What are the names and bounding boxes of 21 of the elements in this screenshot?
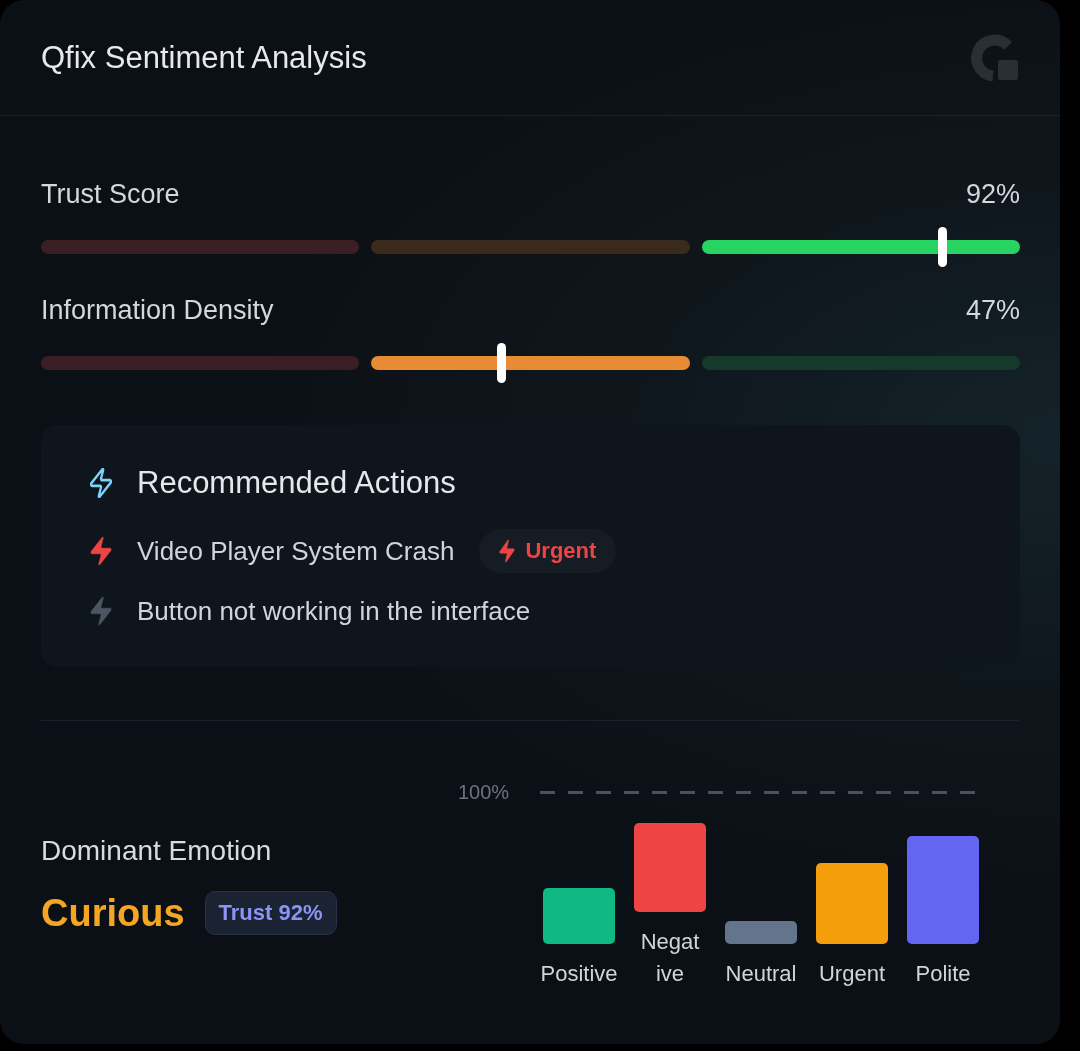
meter-reading: 92%: [965, 178, 1020, 210]
bar-label: Urgent: [817, 960, 886, 988]
action-text: Button not working in the interface: [137, 595, 531, 627]
bar-label: Negat ive: [639, 928, 701, 988]
lightning-icon: [90, 468, 112, 498]
emotion-label: Dominant Emotion: [41, 834, 273, 868]
meter-label: Trust Score: [41, 178, 180, 210]
card-title: Qfix Sentiment Analysis: [41, 38, 367, 77]
actions-heading: Recommended Actions: [137, 465, 456, 501]
reference-label: 100%: [458, 780, 511, 804]
action-text: Video Player System Crash: [137, 535, 455, 567]
logo-icon: [968, 32, 1020, 83]
lightning-icon: [499, 539, 516, 563]
dominant-emotion: Curious: [41, 891, 185, 936]
trust-tag: Trust 92%: [204, 891, 337, 935]
priority-label: Urgent: [525, 537, 597, 565]
bar-label: Positive: [539, 960, 619, 988]
meter-reading: 47%: [965, 294, 1020, 326]
bar-label: Polite: [914, 960, 972, 988]
bar-label: Neutral: [724, 960, 798, 988]
meter-label: Information Density: [41, 294, 274, 326]
